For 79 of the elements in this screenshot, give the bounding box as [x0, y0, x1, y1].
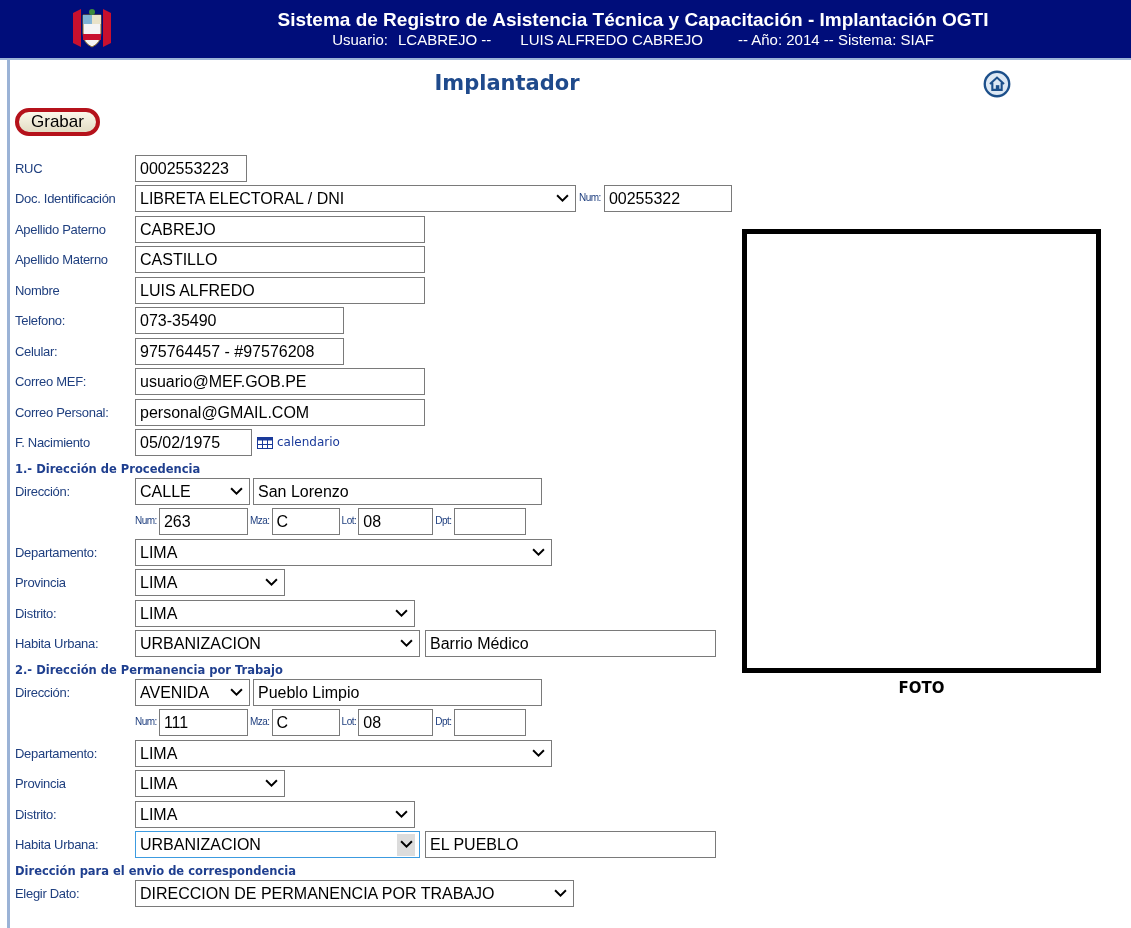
page-title: Implantador [434, 71, 580, 95]
field-label: Habita Urbana: [14, 837, 100, 853]
caret-icon [397, 833, 415, 856]
field-label: Departamento: [14, 544, 99, 560]
field-label: Telefono: [14, 313, 67, 329]
dropdown[interactable]: URBANIZACION [135, 831, 420, 859]
field-label: Dirección: [14, 684, 71, 700]
field-label: Provincia [14, 575, 67, 591]
input-field[interactable]: usuario@MEF.GOB.PE [135, 368, 425, 396]
photo-caption: FOTO [897, 679, 946, 697]
input-field[interactable] [453, 508, 526, 536]
field-label: Dpt: [435, 514, 452, 529]
input-field[interactable]: San Lorenzo [253, 477, 542, 505]
field-label: Mza: [249, 715, 270, 730]
dropdown[interactable]: URBANIZACION [135, 630, 420, 658]
input-field[interactable]: C [271, 508, 340, 536]
input-field[interactable]: 975764457 - #97576208 [135, 337, 344, 365]
input-field[interactable]: 05/02/1975 [135, 429, 252, 457]
field-label: Dirección: [14, 483, 71, 499]
field-label: Num: [135, 715, 157, 730]
field-label: Departamento: [14, 745, 99, 761]
input-field[interactable]: EL PUEBLO [425, 831, 716, 859]
input-field[interactable]: 08 [358, 709, 434, 737]
field-label: Celular: [14, 343, 59, 359]
dropdown[interactable]: LIMA [135, 538, 552, 566]
input-field[interactable]: LUIS ALFREDO [135, 276, 425, 304]
field-label: Num: [135, 514, 157, 529]
dropdown[interactable]: DIRECCION DE PERMANENCIA POR TRABAJO [135, 879, 574, 907]
user-id: LCABREJO -- [398, 31, 492, 48]
input-field[interactable]: 08 [358, 508, 434, 536]
field-label: Distrito: [14, 605, 58, 621]
field-label: Elegir Dato: [14, 885, 81, 901]
field-label: Lot: [341, 715, 357, 730]
input-field[interactable]: 111 [158, 709, 248, 737]
input-field[interactable]: Barrio Médico [425, 630, 716, 658]
dropdown[interactable]: LIMA [135, 599, 415, 627]
input-field[interactable]: 0002553223 [135, 154, 247, 182]
session-info: -- Año: 2014 -- Sistema: SIAF [737, 31, 934, 48]
field-label: Num: [579, 191, 601, 206]
input-field[interactable]: personal@GMAIL.COM [135, 398, 425, 426]
input-field[interactable] [453, 709, 526, 737]
input-field[interactable]: Pueblo Limpio [253, 678, 542, 706]
section-heading: Dirección para el envio de correspondencia [14, 863, 297, 878]
field-label: F. Nacimiento [14, 435, 91, 451]
field-label: Provincia [14, 776, 67, 792]
field-label: Mza: [249, 514, 270, 529]
input-field[interactable]: 00255322 [603, 185, 732, 213]
field-label: Dpt: [435, 715, 452, 730]
dropdown[interactable]: LIMA [135, 770, 285, 798]
dropdown[interactable]: AVENIDA [135, 678, 250, 706]
dropdown[interactable]: LIBRETA ELECTORAL / DNI [135, 185, 576, 213]
home-icon[interactable] [983, 70, 1011, 98]
field-label: Apellido Materno [14, 252, 109, 268]
dropdown[interactable]: LIMA [135, 800, 415, 828]
input-field[interactable]: CABREJO [135, 215, 425, 243]
field-label: Doc. Identificación [14, 191, 117, 207]
dropdown[interactable]: LIMA [135, 739, 552, 767]
field-label: Habita Urbana: [14, 636, 100, 652]
input-field[interactable]: 263 [158, 508, 248, 536]
field-label: Apellido Paterno [14, 221, 107, 237]
field-label: RUC [14, 160, 44, 176]
save-button[interactable]: Grabar [15, 108, 100, 136]
field-label: Correo Personal: [14, 404, 110, 420]
section-heading: 2.- Dirección de Permanencia por Trabajo [14, 662, 284, 677]
system-title: Sistema de Registro de Asistencia Técnica y Capacitación - Implantación OGTI [276, 9, 990, 31]
field-label: Nombre [14, 282, 61, 298]
input-field[interactable]: 073-35490 [135, 307, 344, 335]
user-name: LUIS ALFREDO CABREJO [520, 31, 703, 48]
input-field[interactable]: C [271, 709, 340, 737]
field-label: Lot: [341, 514, 357, 529]
input-field[interactable]: CASTILLO [135, 246, 425, 274]
user-label: Usuario: [332, 31, 388, 48]
field-label: Distrito: [14, 806, 58, 822]
dropdown[interactable]: LIMA [135, 569, 285, 597]
field-label: Correo MEF: [14, 374, 88, 390]
calendar-icon[interactable] [257, 436, 273, 449]
calendar-link[interactable]: calendario [277, 430, 340, 456]
dropdown[interactable]: CALLE [135, 477, 250, 505]
section-heading: 1.- Dirección de Procedencia [14, 461, 202, 476]
